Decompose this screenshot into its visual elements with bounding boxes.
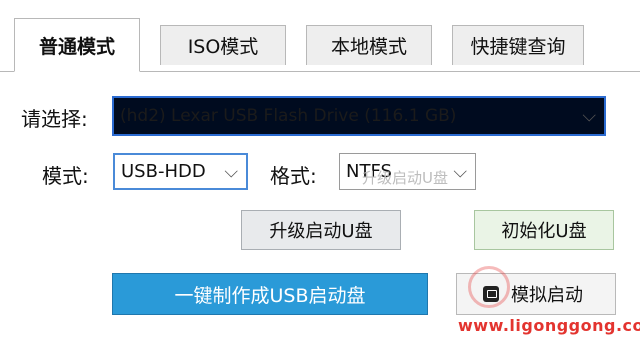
- tab-iso-mode[interactable]: ISO模式: [160, 25, 286, 65]
- init-usb-button[interactable]: 初始化U盘: [474, 210, 614, 250]
- make-bootable-usb-button[interactable]: 一键制作成USB启动盘: [112, 273, 428, 315]
- chevron-down-icon[interactable]: ⌵: [453, 161, 467, 182]
- select-label: 请选择:: [21, 107, 88, 131]
- device-select[interactable]: (hd2) Lexar USB Flash Drive (116.1 GB) ⌵: [112, 96, 606, 136]
- watermark-text: www.ligonggong.com: [458, 316, 640, 335]
- chevron-down-icon[interactable]: ⌵: [224, 161, 238, 182]
- mode-select[interactable]: USB-HDD ⌵: [113, 153, 248, 190]
- upgrade-usb-button[interactable]: 升级启动U盘: [241, 210, 401, 250]
- tab-normal-mode[interactable]: 普通模式: [14, 18, 140, 72]
- watermark-logo-icon: [468, 266, 510, 308]
- tab-strip: 普通模式 ISO模式 本地模式 快捷键查询: [0, 0, 640, 72]
- format-label: 格式:: [270, 164, 317, 188]
- tab-shortcut-query[interactable]: 快捷键查询: [452, 25, 584, 65]
- device-value: (hd2) Lexar USB Flash Drive (116.1 GB): [120, 106, 457, 126]
- tab-local-mode[interactable]: 本地模式: [306, 25, 432, 65]
- mode-label: 模式:: [42, 164, 89, 188]
- chevron-down-icon[interactable]: ⌵: [582, 106, 596, 127]
- mode-value: USB-HDD: [121, 161, 206, 182]
- format-value: NTFS: [346, 161, 392, 182]
- simulate-boot-label: 模拟启动: [511, 285, 583, 306]
- format-select[interactable]: NTFS ⌵: [339, 153, 476, 190]
